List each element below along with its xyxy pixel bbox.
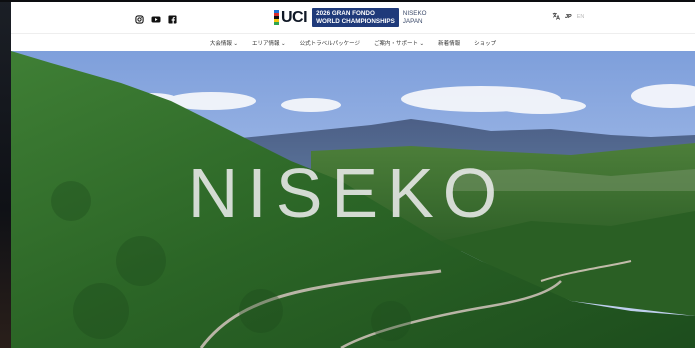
nav-item-area-info[interactable]: エリア情報 ⌄: [252, 39, 286, 47]
facebook-icon[interactable]: [168, 11, 177, 24]
nav-item-event-info[interactable]: 大会情報 ⌄: [210, 39, 238, 47]
event-location-line1: NISEKO: [402, 10, 427, 17]
nav-item-travel-package[interactable]: 公式トラベルパッケージ: [300, 39, 360, 47]
background-frame-left: [0, 0, 11, 348]
social-links: [135, 11, 177, 24]
uci-stripes-icon: [274, 10, 279, 25]
nav-item-support[interactable]: ご案内・サポート ⌄: [374, 39, 424, 47]
instagram-icon[interactable]: [135, 11, 144, 24]
lang-en-link[interactable]: EN: [577, 14, 585, 20]
translate-icon[interactable]: [552, 12, 560, 22]
hero-banner: NISEKO: [11, 51, 695, 348]
hero-title: NISEKO: [187, 154, 507, 232]
lang-jp-link[interactable]: JP: [565, 14, 572, 20]
main-nav: 大会情報 ⌄ エリア情報 ⌄ 公式トラベルパッケージ ご案内・サポート ⌄ 新着…: [11, 33, 695, 52]
page: UCI 2026 GRAN FONDO WORLD CHAMPIONSHIPS …: [11, 2, 695, 348]
nav-item-news[interactable]: 新着情報: [438, 39, 460, 47]
youtube-icon[interactable]: [151, 11, 161, 23]
nav-item-shop[interactable]: ショップ: [474, 39, 496, 47]
language-switcher: JP EN: [552, 12, 584, 22]
event-name-line2: WORLD CHAMPIONSHIPS: [316, 17, 395, 25]
event-location-line2: JAPAN: [402, 17, 423, 25]
top-header: UCI 2026 GRAN FONDO WORLD CHAMPIONSHIPS …: [11, 2, 695, 33]
event-logo[interactable]: UCI 2026 GRAN FONDO WORLD CHAMPIONSHIPS …: [274, 8, 427, 27]
event-location: NISEKO JAPAN: [403, 10, 427, 25]
event-name-line1: 2026 GRAN FONDO: [316, 10, 375, 17]
event-name-badge: 2026 GRAN FONDO WORLD CHAMPIONSHIPS: [312, 8, 399, 27]
uci-wordmark: UCI: [281, 8, 308, 26]
